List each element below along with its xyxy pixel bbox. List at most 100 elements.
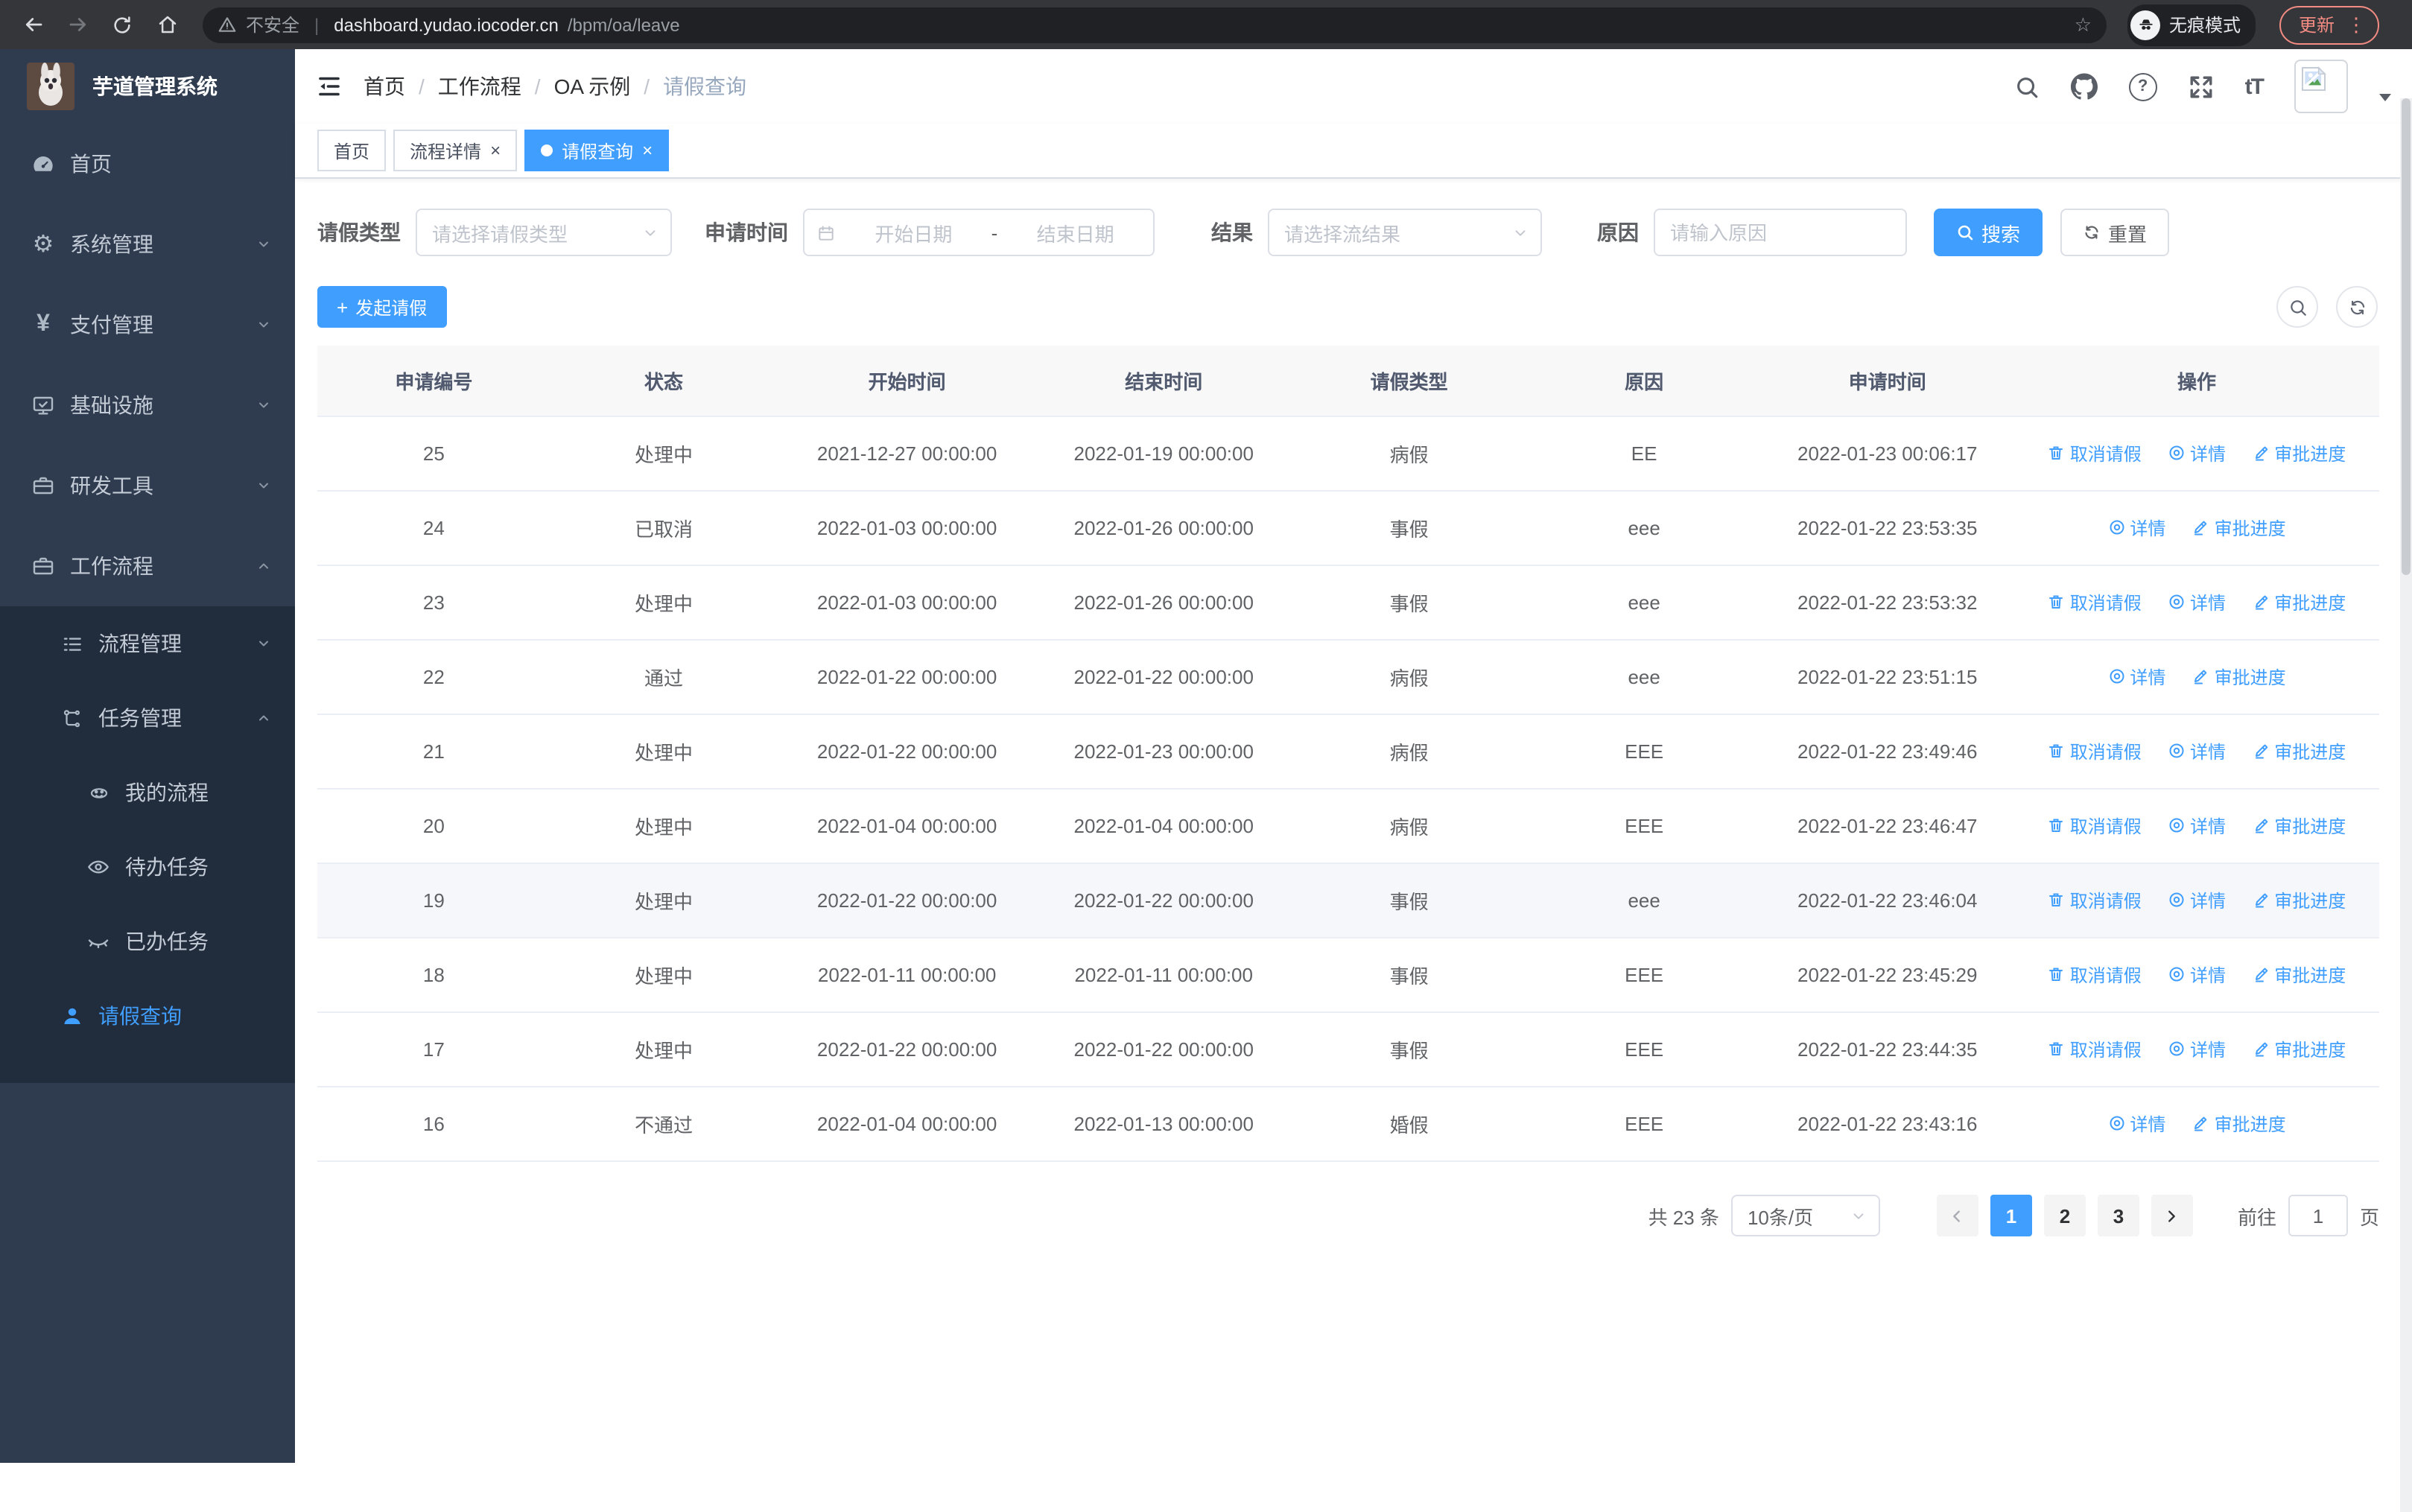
delete-icon (2049, 596, 2063, 609)
cell-actions: 取消请假 详情 审批进度 (2013, 714, 2379, 790)
detail-link[interactable]: 详情 (2168, 441, 2226, 466)
col-header-start: 开始时间 (777, 346, 1037, 417)
goto-page-input[interactable] (2288, 1195, 2348, 1236)
progress-link[interactable]: 审批进度 (2252, 888, 2346, 913)
sidebar-item-home[interactable]: 首页 (0, 124, 295, 204)
sidebar-item-leave-query[interactable]: 请假查询 (0, 979, 295, 1053)
sidebar-item-process-mgmt[interactable]: 流程管理 (0, 606, 295, 681)
progress-link[interactable]: 审批进度 (2192, 515, 2286, 541)
breadcrumb-item[interactable]: OA 示例 (554, 72, 631, 101)
cell-start: 2021-12-27 00:00:00 (777, 416, 1037, 492)
show-search-toggle-button[interactable] (2276, 286, 2318, 328)
sidebar-item-workflow[interactable]: 工作流程 (0, 526, 295, 606)
sidebar-fold-icon[interactable] (316, 73, 343, 100)
sidebar-item-devtools[interactable]: 研发工具 (0, 445, 295, 526)
detail-link[interactable]: 详情 (2168, 590, 2226, 615)
cancel-leave-link[interactable]: 取消请假 (2048, 590, 2142, 615)
progress-link[interactable]: 审批进度 (2252, 813, 2346, 839)
home-icon[interactable] (149, 7, 185, 42)
person-icon (60, 1005, 83, 1027)
chevron-down-icon (259, 641, 268, 647)
scrollbar-thumb[interactable] (2402, 98, 2411, 575)
refresh-table-button[interactable] (2336, 286, 2378, 328)
scrollbar[interactable] (2400, 98, 2412, 1512)
close-icon[interactable]: × (490, 142, 501, 159)
search-icon[interactable] (2014, 74, 2040, 99)
detail-link[interactable]: 详情 (2107, 664, 2165, 690)
progress-link[interactable]: 审批进度 (2252, 739, 2346, 764)
tab-label: 流程详情 (410, 141, 482, 162)
detail-link[interactable]: 详情 (2107, 515, 2165, 541)
url-bar[interactable]: 不安全 | dashboard.yudao.iocoder.cn/bpm/oa/… (203, 7, 2107, 42)
sidebar-item-infra[interactable]: 基础设施 (0, 365, 295, 445)
cell-id: 22 (317, 640, 550, 715)
progress-link[interactable]: 审批进度 (2252, 590, 2346, 615)
apply-time-range-picker[interactable]: 开始日期 - 结束日期 (803, 209, 1155, 256)
progress-link[interactable]: 审批进度 (2252, 441, 2346, 466)
reset-button[interactable]: 重置 (2060, 209, 2170, 256)
cancel-leave-link[interactable]: 取消请假 (2048, 813, 2142, 839)
create-leave-button[interactable]: + 发起请假 (317, 286, 447, 328)
close-icon[interactable]: × (642, 142, 653, 159)
help-icon[interactable]: ? (2128, 72, 2157, 101)
chevron-up-icon (259, 563, 268, 569)
page-size-select[interactable]: 10条/页 (1730, 1195, 1880, 1236)
progress-link[interactable]: 审批进度 (2192, 664, 2286, 690)
prev-page-button[interactable] (1936, 1195, 1978, 1236)
sidebar-item-task-mgmt[interactable]: 任务管理 (0, 681, 295, 755)
tab-label: 首页 (334, 141, 370, 162)
detail-link[interactable]: 详情 (2168, 1037, 2226, 1062)
github-icon[interactable] (2070, 73, 2098, 100)
leave-type-select[interactable]: 请选择请假类型 (416, 209, 672, 256)
sidebar-item-system[interactable]: ⚙ 系统管理 (0, 204, 295, 285)
cell-id: 17 (317, 1012, 550, 1087)
bookmark-star-icon[interactable]: ☆ (2075, 13, 2092, 36)
next-page-button[interactable] (2151, 1195, 2193, 1236)
tab-leave-query[interactable]: 请假查询 × (524, 130, 670, 171)
sidebar-item-payment[interactable]: ¥ 支付管理 (0, 285, 295, 365)
fullscreen-icon[interactable] (2189, 74, 2214, 99)
page-button-2[interactable]: 2 (2043, 1195, 2086, 1236)
cancel-leave-link[interactable]: 取消请假 (2048, 962, 2142, 988)
forward-icon[interactable] (60, 7, 95, 42)
sidebar-item-done-tasks[interactable]: 已办任务 (0, 904, 295, 979)
sidebar-item-todo-tasks[interactable]: 待办任务 (0, 830, 295, 904)
avatar[interactable] (2294, 60, 2348, 113)
detail-link[interactable]: 详情 (2168, 813, 2226, 839)
breadcrumb-item[interactable]: 工作流程 (438, 72, 521, 101)
cancel-leave-link[interactable]: 取消请假 (2048, 739, 2142, 764)
detail-link[interactable]: 详情 (2168, 962, 2226, 988)
progress-link[interactable]: 审批进度 (2252, 962, 2346, 988)
chevron-down-icon (1515, 229, 1526, 235)
delete-icon (2049, 819, 2063, 833)
browser-menu-icon[interactable]: ⋮ (2346, 13, 2366, 36)
progress-link[interactable]: 审批进度 (2192, 1111, 2286, 1137)
reason-input[interactable] (1654, 209, 1907, 256)
font-size-icon[interactable]: tT (2245, 74, 2265, 99)
browser-update-button[interactable]: 更新 ⋮ (2279, 5, 2380, 44)
search-button[interactable]: 搜索 (1934, 209, 2043, 256)
progress-link[interactable]: 审批进度 (2252, 1037, 2346, 1062)
search-icon (1958, 225, 1973, 241)
detail-link[interactable]: 详情 (2107, 1111, 2165, 1137)
back-icon[interactable] (15, 7, 51, 42)
detail-link[interactable]: 详情 (2168, 888, 2226, 913)
page-button-1[interactable]: 1 (1990, 1195, 2032, 1236)
cell-type: 病假 (1290, 789, 1528, 864)
tab-home[interactable]: 首页 (317, 130, 387, 171)
tab-process-detail[interactable]: 流程详情 × (393, 130, 518, 171)
cell-status: 不通过 (550, 1087, 778, 1162)
cell-start: 2022-01-04 00:00:00 (777, 1087, 1037, 1162)
page-button-3[interactable]: 3 (2097, 1195, 2139, 1236)
sidebar-item-my-process[interactable]: 我的流程 (0, 755, 295, 830)
avatar-dropdown-caret-icon[interactable] (2379, 93, 2391, 101)
cancel-leave-link[interactable]: 取消请假 (2048, 441, 2142, 466)
col-header-status: 状态 (550, 346, 778, 417)
reload-icon[interactable] (104, 7, 140, 42)
result-select[interactable]: 请选择流结果 (1268, 209, 1542, 256)
cancel-leave-link[interactable]: 取消请假 (2048, 1037, 2142, 1062)
cancel-leave-link[interactable]: 取消请假 (2048, 888, 2142, 913)
detail-link[interactable]: 详情 (2168, 739, 2226, 764)
breadcrumb-item[interactable]: 首页 (364, 72, 405, 101)
cell-reason: EE (1527, 416, 1761, 492)
